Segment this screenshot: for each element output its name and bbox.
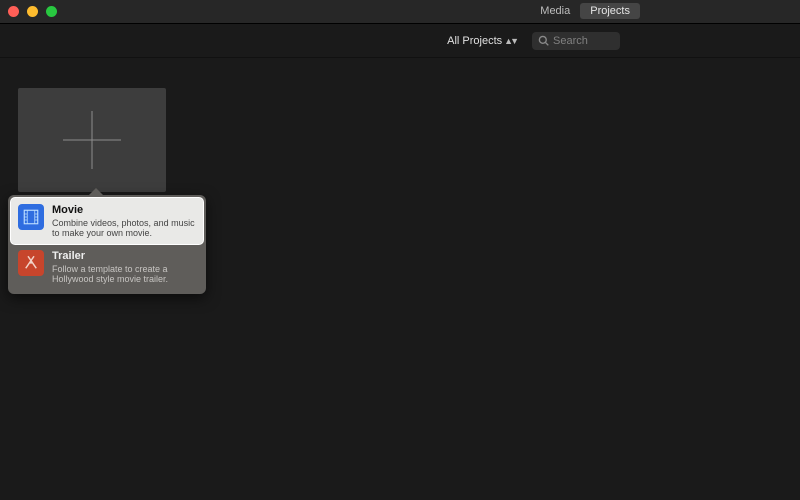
popover-item-text: Movie Combine videos, photos, and music …	[52, 204, 196, 238]
popover-item-title: Movie	[52, 204, 196, 217]
tab-projects[interactable]: Projects	[580, 3, 640, 19]
plus-icon	[63, 111, 121, 169]
view-tabs: Media Projects	[530, 3, 640, 19]
popover-item-movie[interactable]: Movie Combine videos, photos, and music …	[11, 198, 203, 244]
popover-item-title: Trailer	[52, 250, 196, 263]
close-icon[interactable]	[8, 6, 19, 17]
projects-filter-label: All Projects	[447, 35, 502, 47]
maximize-icon[interactable]	[46, 6, 57, 17]
search-input[interactable]	[553, 35, 615, 47]
search-box[interactable]	[532, 32, 620, 50]
toolbar: All Projects ▲▼	[0, 24, 800, 58]
popover-caret-icon	[88, 188, 104, 196]
chevron-updown-icon: ▲▼	[504, 36, 516, 46]
popover-item-trailer[interactable]: Trailer Follow a template to create a Ho…	[11, 244, 203, 290]
minimize-icon[interactable]	[27, 6, 38, 17]
popover-item-text: Trailer Follow a template to create a Ho…	[52, 250, 196, 284]
window-titlebar: Media Projects	[0, 0, 800, 24]
popover-item-subtitle: Follow a template to create a Hollywood …	[52, 264, 196, 285]
clapper-icon	[18, 250, 44, 276]
create-new-tile[interactable]	[18, 88, 166, 192]
projects-filter-dropdown[interactable]: All Projects ▲▼	[441, 33, 522, 49]
tab-media[interactable]: Media	[530, 3, 580, 19]
create-new-popover: Movie Combine videos, photos, and music …	[8, 195, 206, 294]
search-icon	[538, 35, 549, 46]
window-controls	[8, 6, 57, 17]
film-icon	[18, 204, 44, 230]
popover-item-subtitle: Combine videos, photos, and music to mak…	[52, 218, 196, 239]
projects-grid: Movie Combine videos, photos, and music …	[0, 58, 800, 192]
